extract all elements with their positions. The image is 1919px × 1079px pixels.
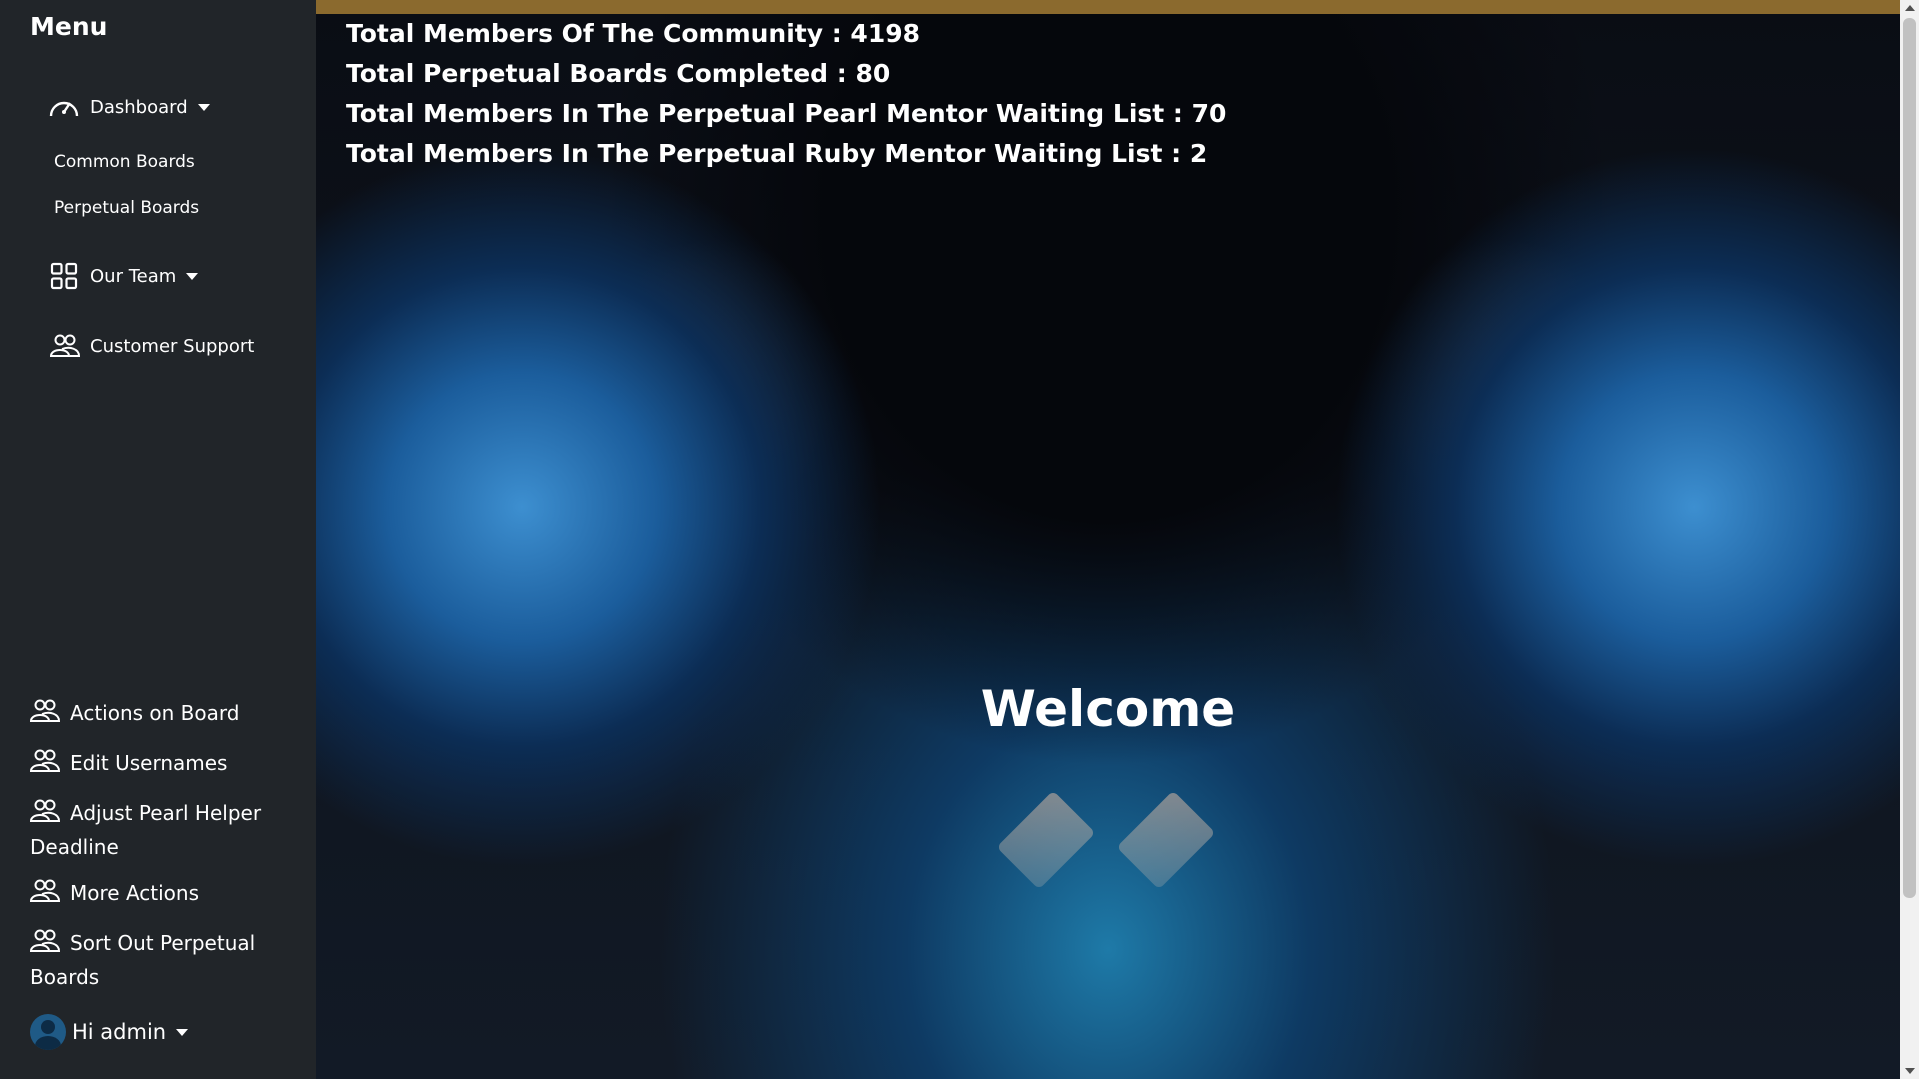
sidebar-item-more-actions[interactable]: More Actions xyxy=(29,876,280,910)
people-icon xyxy=(50,334,80,357)
vertical-scrollbar[interactable] xyxy=(1900,0,1919,1079)
sort-out-perpetual-boards-label: Sort Out Perpetual Boards xyxy=(30,931,256,989)
people-icon xyxy=(29,929,61,952)
main-content: Total Members Of The Community : 4198 To… xyxy=(316,0,1900,1079)
people-icon xyxy=(29,879,61,902)
scroll-down-arrow-icon[interactable] xyxy=(1905,1068,1915,1074)
people-icon xyxy=(29,699,61,722)
stats-panel: Total Members Of The Community : 4198 To… xyxy=(346,14,1226,174)
people-icon xyxy=(29,749,61,772)
user-greeting: Hi admin xyxy=(72,1020,167,1044)
decorative-gem xyxy=(1116,790,1216,890)
welcome-heading: Welcome xyxy=(980,680,1236,738)
sidebar-item-edit-usernames[interactable]: Edit Usernames xyxy=(29,746,280,780)
chevron-down-icon xyxy=(176,1028,189,1036)
menu-title: Menu xyxy=(30,12,108,41)
sidebar-item-perpetual-boards[interactable]: Perpetual Boards xyxy=(54,198,199,218)
our-team-label: Our Team xyxy=(90,265,177,287)
sidebar-item-actions-on-board[interactable]: Actions on Board xyxy=(29,696,280,730)
people-icon xyxy=(29,799,61,822)
decorative-gem xyxy=(996,790,1096,890)
customer-support-label: Customer Support xyxy=(90,335,255,357)
stat-total-members: Total Members Of The Community : 4198 xyxy=(346,19,921,48)
stat-pearl-waiting-list: Total Members In The Perpetual Pearl Men… xyxy=(346,99,1227,128)
stat-boards-completed: Total Perpetual Boards Completed : 80 xyxy=(346,59,891,88)
scroll-up-arrow-icon[interactable] xyxy=(1905,5,1915,11)
actions-on-board-label: Actions on Board xyxy=(70,701,240,725)
chevron-down-icon xyxy=(197,103,210,111)
top-accent-bar xyxy=(316,0,1900,14)
more-actions-label: More Actions xyxy=(70,881,199,905)
sidebar-item-customer-support[interactable]: Customer Support xyxy=(50,334,254,358)
stat-ruby-waiting-list: Total Members In The Perpetual Ruby Ment… xyxy=(346,139,1208,168)
scroll-thumb[interactable] xyxy=(1903,18,1916,898)
dashboard-label: Dashboard xyxy=(90,96,188,118)
user-menu[interactable]: Hi admin xyxy=(30,1014,189,1050)
dashboard-dropdown[interactable]: Dashboard xyxy=(48,94,210,120)
sidebar-item-adjust-pearl-helper-deadline[interactable]: Adjust Pearl Helper Deadline xyxy=(29,796,280,864)
speedometer-icon xyxy=(49,101,79,117)
sidebar: Menu Dashboard Common Boards Perpetual B… xyxy=(0,0,316,1079)
edit-usernames-label: Edit Usernames xyxy=(70,751,228,775)
sidebar-item-sort-out-perpetual-boards[interactable]: Sort Out Perpetual Boards xyxy=(29,926,280,994)
sidebar-item-common-boards[interactable]: Common Boards xyxy=(54,152,195,172)
adjust-pearl-helper-deadline-label: Adjust Pearl Helper Deadline xyxy=(30,801,262,859)
our-team-dropdown[interactable]: Our Team xyxy=(50,262,199,290)
avatar-icon xyxy=(30,1014,66,1050)
chevron-down-icon xyxy=(186,272,199,280)
grid-icon xyxy=(50,262,78,290)
